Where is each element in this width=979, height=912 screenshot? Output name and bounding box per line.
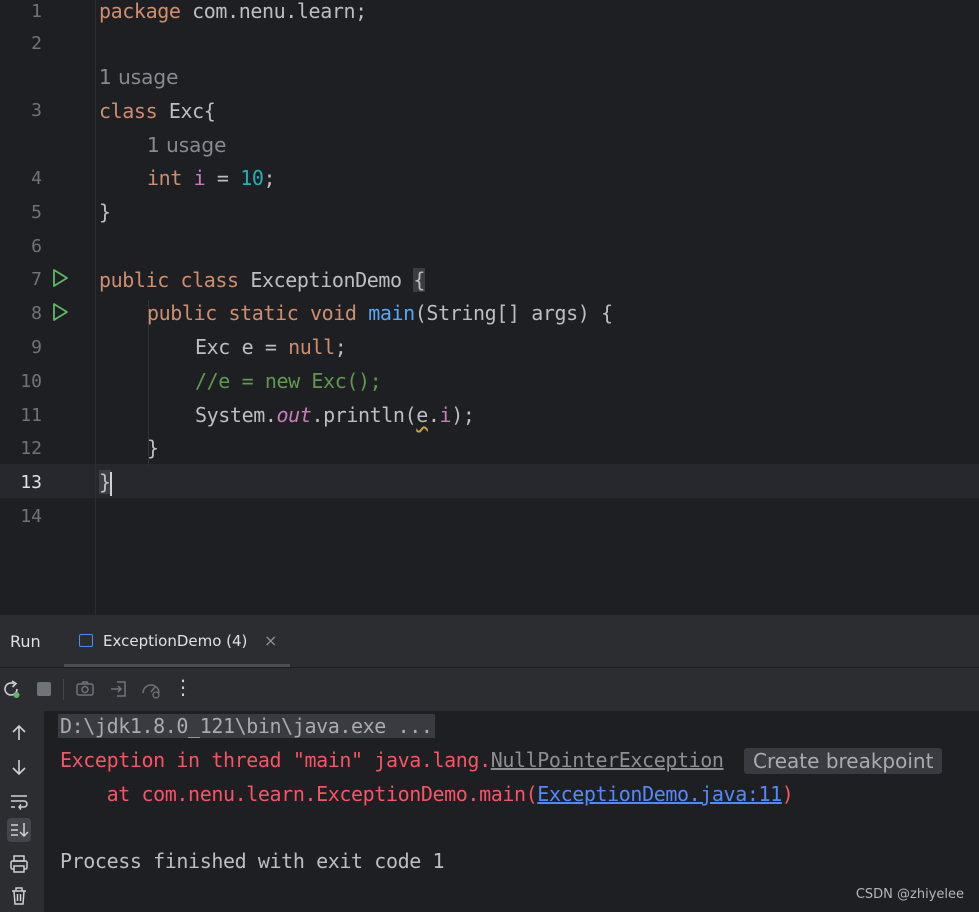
code-text: = bbox=[205, 166, 241, 190]
line-number[interactable]: 11 bbox=[0, 405, 42, 427]
exception-text: Exception in thread "main" java.lang. bbox=[60, 748, 491, 772]
code-text: ; bbox=[263, 166, 276, 190]
run-class-icon[interactable] bbox=[50, 268, 70, 288]
line-number[interactable]: 1 bbox=[0, 1, 42, 23]
code-line-8[interactable]: public static void main(String[] args) { bbox=[147, 302, 613, 324]
run-panel: Run ExceptionDemo (4) × ⋮ D:\jdk1.8.0_12… bbox=[0, 615, 979, 912]
run-panel-title[interactable]: Run bbox=[10, 632, 41, 651]
line-number[interactable]: 5 bbox=[0, 202, 42, 224]
code-text: Exc e = bbox=[195, 335, 289, 359]
console-output[interactable]: D:\jdk1.8.0_121\bin\java.exe ... Excepti… bbox=[44, 711, 979, 912]
profiler-icon[interactable] bbox=[140, 678, 162, 700]
code-line-11[interactable]: System.out.println(e.i); bbox=[195, 403, 475, 427]
console-window-icon bbox=[79, 634, 93, 647]
code-text: .println( bbox=[311, 403, 417, 427]
code-line-12[interactable]: } bbox=[147, 437, 159, 459]
trash-icon[interactable] bbox=[7, 884, 31, 908]
scroll-to-end-icon[interactable] bbox=[7, 818, 31, 842]
code-line-13[interactable]: } bbox=[99, 470, 112, 496]
number-literal: 10 bbox=[240, 166, 264, 190]
run-tab[interactable]: ExceptionDemo (4) × bbox=[64, 615, 290, 667]
class-name: ExceptionDemo bbox=[238, 268, 414, 292]
code-line-10-comment[interactable]: //e = new Exc(); bbox=[195, 370, 382, 392]
line-number[interactable]: 10 bbox=[0, 371, 42, 393]
code-text: com.nenu.learn; bbox=[180, 0, 367, 23]
line-number[interactable]: 12 bbox=[0, 438, 42, 460]
code-line-4[interactable]: int i = 10; bbox=[147, 166, 276, 190]
toolbar-separator bbox=[63, 679, 64, 700]
run-tab-label: ExceptionDemo (4) bbox=[103, 632, 248, 650]
line-number[interactable]: 6 bbox=[0, 236, 42, 258]
run-main-icon[interactable] bbox=[50, 302, 70, 322]
keyword: int bbox=[147, 166, 182, 190]
stop-icon[interactable] bbox=[33, 678, 55, 700]
code-text: Exc{ bbox=[157, 99, 216, 123]
create-breakpoint-button[interactable]: Create breakpoint bbox=[744, 748, 943, 774]
line-number-current[interactable]: 13 bbox=[0, 472, 42, 494]
rerun-icon[interactable] bbox=[0, 678, 22, 700]
warning-variable[interactable]: e bbox=[416, 403, 428, 427]
usage-hint[interactable]: 1 usage bbox=[99, 66, 178, 88]
console-exception-line: Exception in thread "main" java.lang.Nul… bbox=[60, 748, 724, 772]
print-icon[interactable] bbox=[7, 852, 31, 876]
attach-icon[interactable] bbox=[108, 678, 130, 700]
soft-wrap-icon[interactable] bbox=[7, 789, 31, 813]
line-number[interactable]: 3 bbox=[0, 100, 42, 122]
static-field: out bbox=[276, 403, 312, 427]
more-icon[interactable]: ⋮ bbox=[172, 675, 194, 699]
text-caret bbox=[109, 471, 112, 496]
method-name: main bbox=[368, 301, 415, 325]
code-line-1[interactable]: package com.nenu.learn; bbox=[99, 0, 367, 22]
source-location-link[interactable]: ExceptionDemo.java:11 bbox=[537, 782, 782, 806]
line-number[interactable]: 7 bbox=[0, 269, 42, 291]
run-toolbar: ⋮ bbox=[0, 668, 979, 711]
keyword: public static void bbox=[147, 301, 357, 325]
code-text: ); bbox=[451, 403, 475, 427]
stacktrace-text: ) bbox=[781, 782, 794, 806]
keyword: package bbox=[99, 0, 181, 23]
keyword: class bbox=[99, 99, 158, 123]
code-text: (String[] args) { bbox=[414, 301, 613, 325]
arrow-up-icon[interactable] bbox=[7, 721, 31, 745]
code-editor[interactable]: 1 2 3 4 5 6 7 8 9 10 11 12 13 14 package… bbox=[0, 0, 979, 615]
code-text: . bbox=[427, 403, 440, 427]
gutter-divider bbox=[95, 0, 96, 615]
close-tab-icon[interactable]: × bbox=[264, 631, 277, 650]
watermark: CSDN @zhiyelee bbox=[855, 887, 964, 902]
camera-icon[interactable] bbox=[74, 678, 96, 700]
code-line-7[interactable]: public class ExceptionDemo { bbox=[99, 268, 425, 292]
field-name: i bbox=[193, 166, 206, 190]
line-number[interactable]: 4 bbox=[0, 168, 42, 190]
code-line-5[interactable]: } bbox=[99, 201, 111, 223]
console-exit-line: Process finished with exit code 1 bbox=[60, 849, 445, 873]
keyword: public class bbox=[99, 268, 239, 292]
code-line-9[interactable]: Exc e = null; bbox=[195, 335, 347, 359]
console-stacktrace-line: at com.nenu.learn.ExceptionDemo.main(Exc… bbox=[60, 782, 794, 806]
line-number[interactable]: 2 bbox=[0, 33, 42, 55]
code-line-3[interactable]: class Exc{ bbox=[99, 99, 216, 123]
line-number[interactable]: 8 bbox=[0, 303, 42, 325]
console-command-line[interactable]: D:\jdk1.8.0_121\bin\java.exe ... bbox=[58, 714, 435, 738]
code-text: ; bbox=[334, 335, 347, 359]
field-name: i bbox=[439, 403, 452, 427]
code-text: System. bbox=[195, 403, 277, 427]
stacktrace-text: at com.nenu.learn.ExceptionDemo.main( bbox=[60, 782, 538, 806]
matched-brace: { bbox=[413, 268, 425, 292]
console-side-toolbar bbox=[0, 711, 44, 912]
keyword: null bbox=[288, 335, 335, 359]
usage-hint[interactable]: 1 usage bbox=[147, 134, 226, 156]
line-number[interactable]: 14 bbox=[0, 506, 42, 528]
arrow-down-icon[interactable] bbox=[7, 755, 31, 779]
line-number[interactable]: 9 bbox=[0, 337, 42, 359]
current-line-highlight bbox=[0, 464, 979, 498]
exception-class-link[interactable]: NullPointerException bbox=[491, 748, 724, 772]
